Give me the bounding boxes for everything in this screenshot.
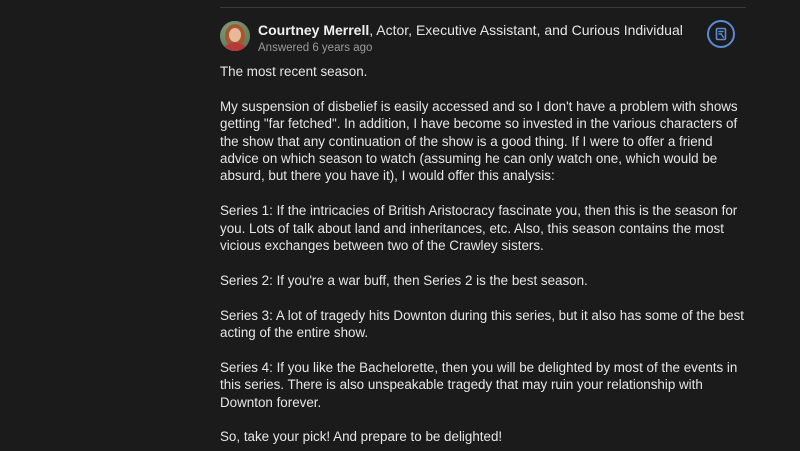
author-avatar[interactable] [220,21,250,51]
bookmark-icon [715,27,727,41]
author-name[interactable]: Courtney Merrell [258,22,369,38]
bookmark-button[interactable] [707,20,735,48]
divider [220,7,746,8]
answer-paragraph: Series 3: A lot of tragedy hits Downton … [220,307,745,341]
author-credentials: , Actor, Executive Assistant, and Curiou… [369,22,683,38]
page: Courtney Merrell, Actor, Executive Assis… [0,0,800,451]
answer-content: The most recent season. My suspension of… [220,63,746,451]
answer-paragraph: Series 2: If you're a war buff, then Ser… [220,272,588,288]
answer-paragraph: Series 4: If you like the Bachelorette, … [220,359,738,410]
author-line: Courtney Merrell, Actor, Executive Assis… [258,22,683,38]
answer-paragraph: My suspension of disbelief is easily acc… [220,98,738,184]
answered-timestamp[interactable]: Answered 6 years ago [258,42,372,54]
answer-paragraph: So, take your pick! And prepare to be de… [220,429,503,445]
answer-paragraph: Series 1: If the intricacies of British … [220,203,738,254]
answer-paragraph: The most recent season. [220,64,368,79]
